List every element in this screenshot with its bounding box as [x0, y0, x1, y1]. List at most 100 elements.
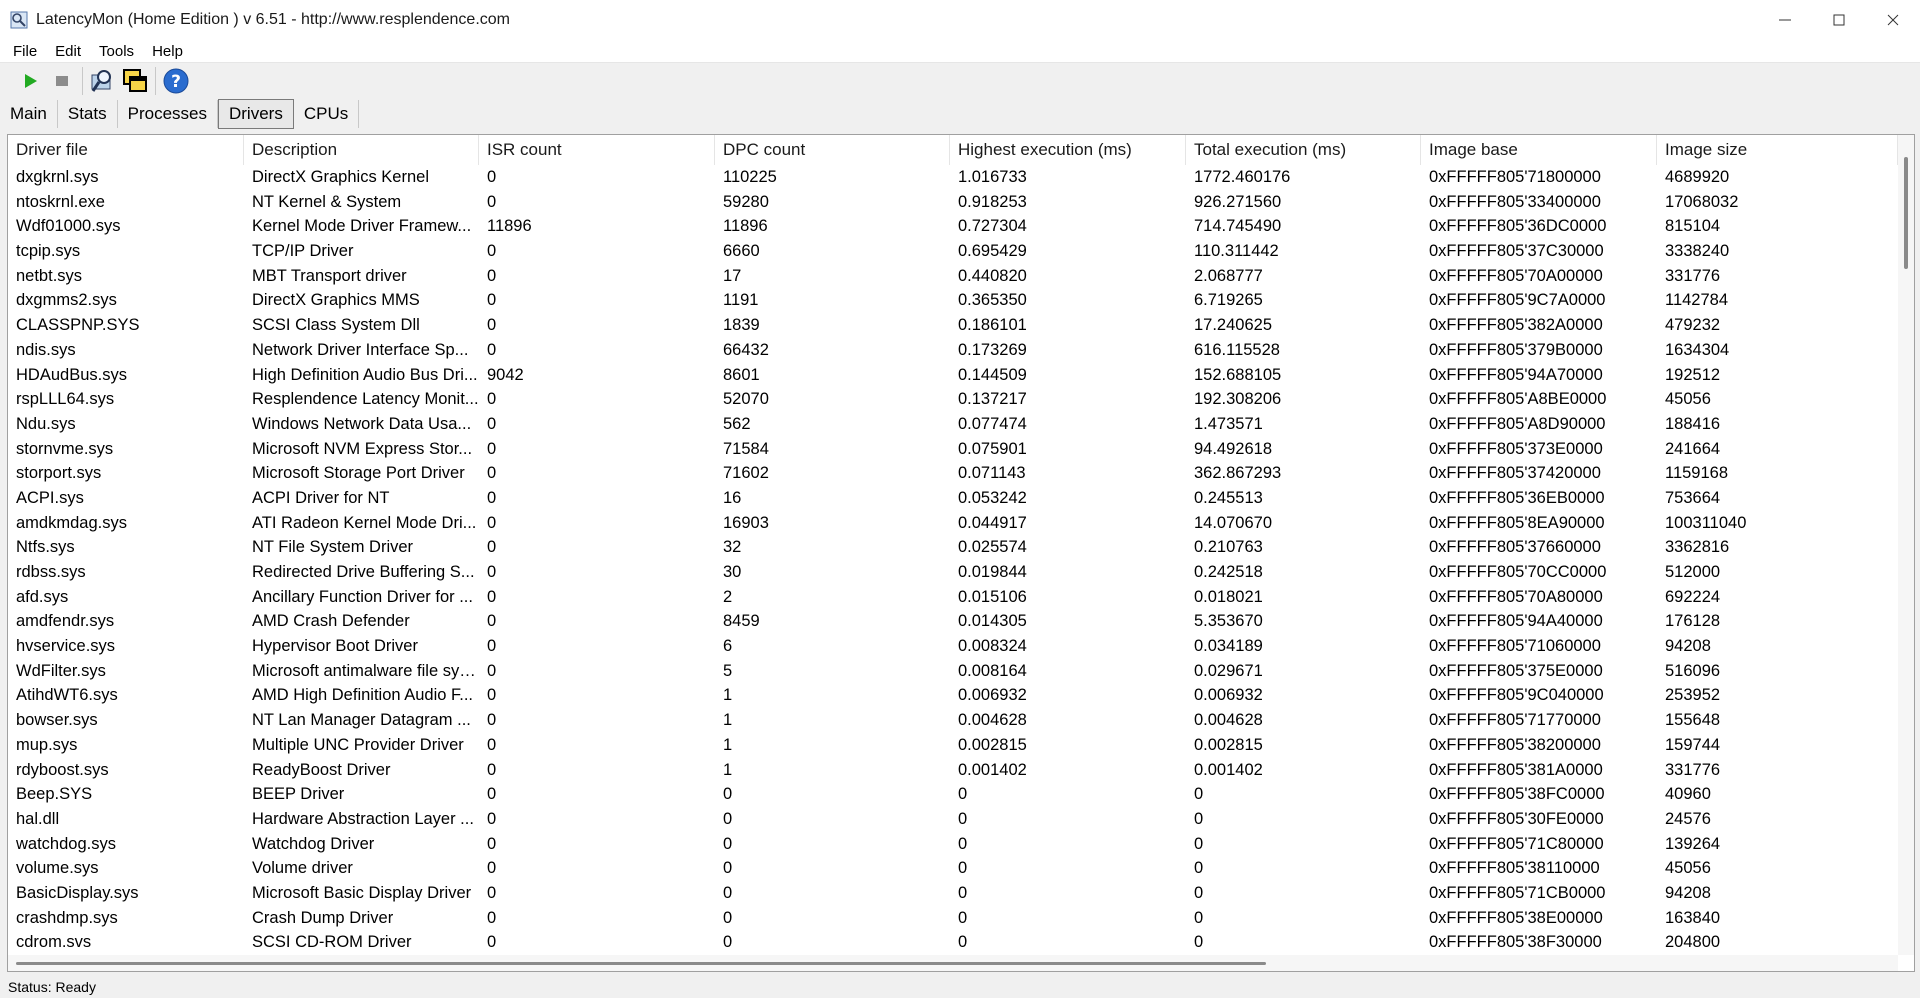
column-header-image-base[interactable]: Image base	[1421, 135, 1657, 165]
highest-execution-cell: 0.053242	[958, 488, 1027, 507]
image-size-cell: 753664	[1665, 488, 1721, 507]
tab-cpus[interactable]: CPUs	[294, 100, 360, 128]
image-base-cell: 0xFFFFF805'71CB0000	[1429, 883, 1606, 902]
image-base-cell: 0xFFFFF805'36DC0000	[1429, 217, 1607, 236]
close-button[interactable]	[1866, 0, 1920, 40]
stop-button[interactable]	[46, 65, 78, 97]
table-row[interactable]: HDAudBus.sys High Definition Audio Bus Dr…	[8, 363, 1898, 388]
column-header-description[interactable]: Description	[244, 135, 479, 165]
description-cell: ReadyBoost Driver	[252, 760, 391, 779]
dpc-count-cell: 32	[723, 538, 742, 557]
menu-edit[interactable]: Edit	[52, 43, 84, 60]
total-execution-cell: 0.245513	[1194, 488, 1263, 507]
help-button[interactable]: ?	[160, 65, 192, 97]
highest-execution-cell: 0	[958, 908, 968, 927]
table-row[interactable]: volume.sys Volume driver 0 0 0 0 0xFFFFF805'38…	[8, 856, 1898, 881]
dpc-count-cell: 17	[723, 266, 742, 285]
table-row[interactable]: rdbss.sys Redirected Drive Buffering S...…	[8, 560, 1898, 585]
table-row[interactable]: watchdog.sys Watchdog Driver 0 0 0 0 0xFFFFF80…	[8, 832, 1898, 857]
tab-drivers[interactable]: Drivers	[217, 99, 294, 129]
tab-stats[interactable]: Stats	[58, 100, 118, 128]
table-row[interactable]: rdyboost.sys ReadyBoost Driver 0 1 0.001402 0…	[8, 758, 1898, 783]
image-size-cell: 45056	[1665, 390, 1711, 409]
start-button[interactable]	[14, 65, 46, 97]
find-process-button[interactable]	[87, 65, 119, 97]
table-row[interactable]: Ndu.sys Windows Network Data Usa... 0 562 0.…	[8, 412, 1898, 437]
highest-execution-cell: 0.006932	[958, 686, 1027, 705]
table-row[interactable]: CLASSPNP.SYS SCSI Class System Dll 0 1839 0.…	[8, 313, 1898, 338]
menu-tools[interactable]: Tools	[96, 43, 137, 60]
maximize-button[interactable]	[1812, 0, 1866, 40]
tab-main[interactable]: Main	[0, 100, 58, 128]
table-row[interactable]: crashdmp.sys Crash Dump Driver 0 0 0 0 0xFFFFF…	[8, 906, 1898, 931]
image-size-cell: 253952	[1665, 686, 1721, 705]
table-row[interactable]: amdkmdag.sys ATI Radeon Kernel Mode Dri..…	[8, 511, 1898, 536]
table-row[interactable]: AtihdWT6.sys AMD High Definition Audio F.…	[8, 683, 1898, 708]
table-row[interactable]: netbt.sys MBT Transport driver 0 17 0.440820…	[8, 264, 1898, 289]
column-header-dpc-count[interactable]: DPC count	[715, 135, 950, 165]
isr-count-cell: 9042	[487, 365, 524, 384]
table-row[interactable]: cdrom.svs SCSI CD-ROM Driver 0 0 0 0 0xFFFFF80…	[8, 930, 1898, 955]
column-header-isr-count[interactable]: ISR count	[479, 135, 715, 165]
menu-help[interactable]: Help	[149, 43, 186, 60]
dpc-count-cell: 5	[723, 661, 733, 680]
driver-file-cell: dxgkrnl.sys	[16, 168, 99, 186]
table-row[interactable]: hal.dll Hardware Abstraction Layer ... 0 0 0…	[8, 807, 1898, 832]
image-base-cell: 0xFFFFF805'33400000	[1429, 192, 1601, 211]
isr-count-cell: 0	[487, 168, 497, 186]
table-row[interactable]: stornvme.sys Microsoft NVM Express Stor..…	[8, 437, 1898, 462]
table-row[interactable]: afd.sys Ancillary Function Driver for ...…	[8, 585, 1898, 610]
table-row[interactable]: ndis.sys Network Driver Interface Sp... 0 6…	[8, 338, 1898, 363]
driver-file-cell: netbt.sys	[16, 266, 83, 285]
description-cell: Microsoft NVM Express Stor...	[252, 439, 473, 458]
isr-count-cell: 0	[487, 686, 497, 705]
table-row[interactable]: hvservice.sys Hypervisor Boot Driver 0 6 0.0…	[8, 634, 1898, 659]
total-execution-cell: 192.308206	[1194, 390, 1282, 409]
driver-file-cell: hal.dll	[16, 809, 60, 828]
highest-execution-cell: 0.365350	[958, 291, 1027, 310]
table-row[interactable]: ntoskrnl.exe NT Kernel & System 0 59280 0.91…	[8, 190, 1898, 215]
driver-file-cell: mup.sys	[16, 735, 78, 754]
horizontal-scrollbar[interactable]	[8, 955, 1898, 971]
table-row[interactable]: dxgmms2.sys DirectX Graphics MMS 0 1191 0.36…	[8, 288, 1898, 313]
table-row[interactable]: rspLLL64.sys Resplendence Latency Monit..…	[8, 387, 1898, 412]
total-execution-cell: 362.867293	[1194, 464, 1282, 483]
table-row[interactable]: ACPI.sys ACPI Driver for NT 0 16 0.053242 0.2…	[8, 486, 1898, 511]
windows-button[interactable]	[119, 65, 151, 97]
drivers-table: Driver file Description ISR count DPC co…	[7, 134, 1915, 972]
column-header-total-execution[interactable]: Total execution (ms)	[1186, 135, 1421, 165]
total-execution-cell: 616.115528	[1194, 340, 1280, 359]
table-row[interactable]: tcpip.sys TCP/IP Driver 0 6660 0.695429 110.3…	[8, 239, 1898, 264]
image-base-cell: 0xFFFFF805'38110000	[1429, 859, 1600, 878]
description-cell: Watchdog Driver	[252, 834, 375, 853]
image-base-cell: 0xFFFFF805'71800000	[1429, 168, 1601, 186]
image-base-cell: 0xFFFFF805'70A80000	[1429, 587, 1603, 606]
table-row[interactable]: bowser.sys NT Lan Manager Datagram ... 0 1 0…	[8, 708, 1898, 733]
dpc-count-cell: 6	[723, 637, 733, 656]
tab-processes[interactable]: Processes	[118, 100, 218, 128]
menu-file[interactable]: File	[10, 43, 40, 60]
minimize-button[interactable]	[1758, 0, 1812, 40]
column-header-driver-file[interactable]: Driver file	[8, 135, 244, 165]
table-row[interactable]: Ntfs.sys NT File System Driver 0 32 0.025574…	[8, 535, 1898, 560]
column-header-image-size[interactable]: Image size	[1657, 135, 1898, 165]
toolbar-separator	[82, 67, 83, 95]
table-row[interactable]: Beep.SYS BEEP Driver 0 0 0 0 0xFFFFF805'38FC00…	[8, 782, 1898, 807]
column-header-highest-execution[interactable]: Highest execution (ms)	[950, 135, 1186, 165]
table-row[interactable]: mup.sys Multiple UNC Provider Driver 0 1 0.0…	[8, 733, 1898, 758]
table-row[interactable]: amdfendr.sys AMD Crash Defender 0 8459 0.014…	[8, 609, 1898, 634]
table-row[interactable]: BasicDisplay.sys Microsoft Basic Display …	[8, 881, 1898, 906]
vertical-scrollbar[interactable]	[1898, 135, 1914, 955]
vertical-scroll-thumb[interactable]	[1904, 157, 1908, 269]
table-row[interactable]: Wdf01000.sys Kernel Mode Driver Framew...…	[8, 214, 1898, 239]
table-row[interactable]: dxgkrnl.sys DirectX Graphics Kernel 0 11022…	[8, 165, 1898, 190]
table-row[interactable]: storport.sys Microsoft Storage Port Drive…	[8, 461, 1898, 486]
dpc-count-cell: 11896	[723, 217, 768, 236]
highest-execution-cell: 0.144509	[958, 365, 1027, 384]
highest-execution-cell: 0.077474	[958, 414, 1027, 433]
horizontal-scroll-thumb[interactable]	[16, 962, 1266, 965]
highest-execution-cell: 0	[958, 933, 968, 952]
dpc-count-cell: 0	[723, 908, 733, 927]
table-row[interactable]: WdFilter.sys Microsoft antimalware file s…	[8, 659, 1898, 684]
dpc-count-cell: 30	[723, 563, 742, 581]
